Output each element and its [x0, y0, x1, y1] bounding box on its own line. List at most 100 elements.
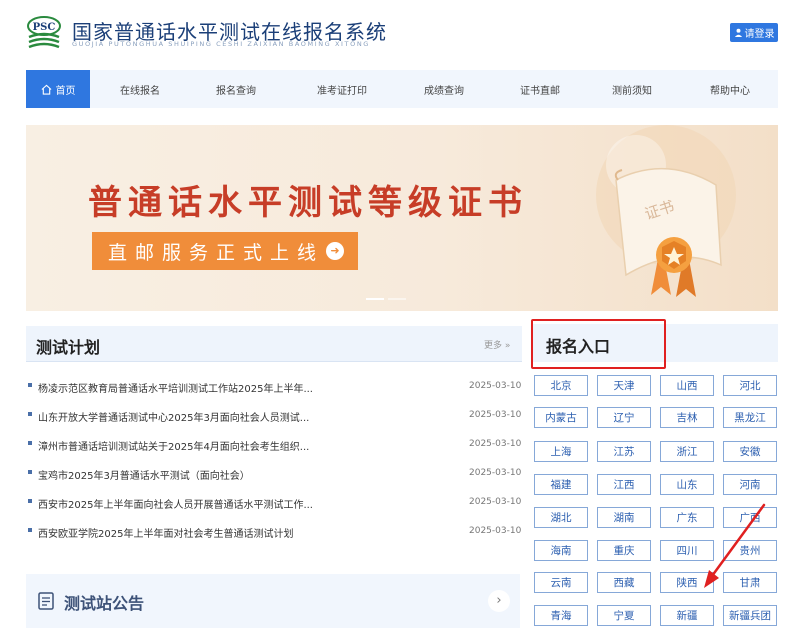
province-button[interactable]: 重庆: [597, 540, 651, 561]
nav-item-cert-mail[interactable]: 证书直邮: [506, 70, 574, 108]
province-label: 广西: [739, 512, 761, 524]
province-button[interactable]: 青海: [534, 605, 588, 626]
province-button[interactable]: 湖北: [534, 507, 588, 528]
nav-item-notice[interactable]: 测前须知: [598, 70, 666, 108]
province-button[interactable]: 天津: [597, 375, 651, 396]
test-plan-title: 测试计划: [36, 338, 101, 357]
province-button[interactable]: 江西: [597, 474, 651, 495]
province-label: 江苏: [613, 446, 635, 458]
province-button[interactable]: 吉林: [660, 407, 714, 428]
province-button[interactable]: 新疆兵团: [723, 605, 777, 626]
station-notice-title: 测试站公告: [64, 594, 145, 613]
province-button[interactable]: 山东: [660, 474, 714, 495]
nav-item-admission-print[interactable]: 准考证打印: [302, 70, 382, 108]
province-button[interactable]: 黑龙江: [723, 407, 777, 428]
province-button[interactable]: 广西: [723, 507, 777, 528]
site-header: PSC 国家普通话水平测试在线报名系统 GUOJIA PUTONGHUA SHU…: [0, 0, 800, 66]
province-button[interactable]: 四川: [660, 540, 714, 561]
list-item-text: 山东开放大学普通话测试中心2025年3月面向社会人员测试...: [38, 413, 310, 424]
province-button[interactable]: 贵州: [723, 540, 777, 561]
list-item[interactable]: 西安市2025年上半年面向社会人员开展普通话水平测试工作... 2025-03-…: [26, 494, 522, 512]
province-label: 广东: [676, 512, 698, 524]
province-label: 上海: [550, 446, 572, 458]
province-button[interactable]: 河南: [723, 474, 777, 495]
bullet-icon: [28, 412, 32, 416]
province-label: 青海: [550, 610, 572, 622]
site-pinyin: GUOJIA PUTONGHUA SHUIPING CESHI ZAIXIAN …: [72, 40, 370, 48]
province-label: 重庆: [613, 545, 635, 557]
province-button[interactable]: 海南: [534, 540, 588, 561]
list-item[interactable]: 漳州市普通话培训测试站关于2025年4月面向社会考生组织... 2025-03-…: [26, 436, 522, 454]
province-label: 海南: [550, 545, 572, 557]
list-item[interactable]: 山东开放大学普通话测试中心2025年3月面向社会人员测试... 2025-03-…: [26, 407, 522, 425]
province-button[interactable]: 山西: [660, 375, 714, 396]
nav-item-register[interactable]: 在线报名: [106, 70, 174, 108]
login-label: 请登录: [744, 29, 775, 40]
nav-item-label: 准考证打印: [317, 85, 367, 97]
psc-logo-icon: PSC: [27, 16, 61, 49]
main-nav: 首页 在线报名 报名查询 准考证打印 成绩查询 证书直邮 测前须知 帮助中心: [26, 70, 778, 108]
province-button[interactable]: 内蒙古: [534, 407, 588, 428]
province-button[interactable]: 浙江: [660, 441, 714, 462]
province-label: 新疆: [676, 610, 698, 622]
nav-item-label: 首页: [55, 85, 76, 97]
list-item-text: 西安欧亚学院2025年上半年面对社会考生普通话测试计划: [38, 529, 294, 540]
list-item[interactable]: 西安欧亚学院2025年上半年面对社会考生普通话测试计划 2025-03-10: [26, 523, 522, 541]
banner-subtitle-text: 直邮服务正式上线: [108, 241, 325, 264]
province-button[interactable]: 安徽: [723, 441, 777, 462]
nav-item-help[interactable]: 帮助中心: [696, 70, 764, 108]
province-button[interactable]: 湖南: [597, 507, 651, 528]
list-item-text: 宝鸡市2025年3月普通话水平测试（面向社会）: [38, 471, 250, 482]
province-label: 内蒙古: [545, 412, 577, 424]
chevron-right-icon[interactable]: ›: [488, 590, 510, 612]
list-item-date: 2025-03-10: [469, 439, 522, 449]
province-label: 甘肃: [739, 577, 761, 589]
bullet-icon: [28, 383, 32, 387]
province-button[interactable]: 新疆: [660, 605, 714, 626]
list-item-date: 2025-03-10: [469, 381, 522, 391]
province-button[interactable]: 江苏: [597, 441, 651, 462]
list-item[interactable]: 杨凌示范区教育局普通话水平培训测试工作站2025年上半年... 2025-03-…: [26, 378, 522, 396]
province-button[interactable]: 宁夏: [597, 605, 651, 626]
nav-item-score[interactable]: 成绩查询: [410, 70, 478, 108]
province-button[interactable]: 甘肃: [723, 572, 777, 593]
province-button[interactable]: 河北: [723, 375, 777, 396]
province-label: 宁夏: [613, 610, 635, 622]
login-button[interactable]: 请登录: [730, 23, 778, 42]
province-button[interactable]: 云南: [534, 572, 588, 593]
test-plan-header: 测试计划 更多 »: [26, 326, 522, 362]
nav-item-label: 测前须知: [612, 85, 652, 97]
province-label: 贵州: [739, 545, 761, 557]
more-link[interactable]: 更多 »: [484, 338, 510, 351]
list-item[interactable]: 宝鸡市2025年3月普通话水平测试（面向社会） 2025-03-10: [26, 465, 522, 483]
bullet-icon: [28, 470, 32, 474]
list-item-date: 2025-03-10: [469, 410, 522, 420]
province-label: 天津: [613, 380, 635, 392]
highlight-box: [531, 319, 666, 369]
province-button[interactable]: 广东: [660, 507, 714, 528]
province-label: 湖南: [613, 512, 635, 524]
logo-text: PSC: [33, 22, 56, 33]
province-button[interactable]: 辽宁: [597, 407, 651, 428]
document-icon: [38, 592, 54, 610]
province-label: 湖北: [550, 512, 572, 524]
province-button[interactable]: 陕西: [660, 572, 714, 593]
station-notice-panel[interactable]: 测试站公告 ›: [26, 574, 520, 628]
province-button[interactable]: 福建: [534, 474, 588, 495]
province-label: 山东: [676, 479, 698, 491]
province-label: 河北: [739, 380, 761, 392]
province-label: 浙江: [676, 446, 698, 458]
nav-item-label: 帮助中心: [710, 85, 750, 97]
bullet-icon: [28, 528, 32, 532]
province-label: 云南: [550, 577, 572, 589]
banner-subtitle[interactable]: 直邮服务正式上线 ➜: [92, 232, 359, 270]
province-label: 陕西: [676, 577, 698, 589]
hero-banner[interactable]: 证书 普通话水平测试等级证书 直邮服务正式上线 ➜: [26, 125, 778, 311]
province-button[interactable]: 北京: [534, 375, 588, 396]
banner-pagination: [366, 298, 406, 300]
nav-item-home[interactable]: 首页: [26, 70, 90, 108]
province-button[interactable]: 西藏: [597, 572, 651, 593]
province-button[interactable]: 上海: [534, 441, 588, 462]
province-label: 辽宁: [613, 412, 635, 424]
nav-item-query[interactable]: 报名查询: [202, 70, 270, 108]
